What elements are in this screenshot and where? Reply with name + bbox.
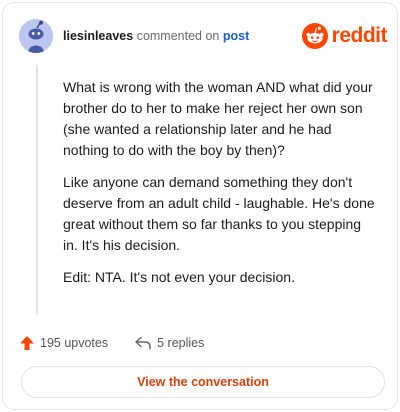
comment-paragraph: Like anyone can demand something they do… — [63, 174, 375, 253]
upvotes-label: 195 upvotes — [40, 336, 109, 350]
comment-header: liesinleaves commented on post reddit — [19, 19, 388, 53]
comment-card: liesinleaves commented on post reddit Wh… — [2, 2, 398, 410]
comment-paragraph: What is wrong with the woman AND what di… — [63, 79, 373, 158]
reddit-logo-icon — [301, 23, 328, 49]
upvotes-stat[interactable]: 195 upvotes — [19, 335, 108, 351]
action-text: commented on — [136, 29, 220, 43]
avatar[interactable] — [19, 19, 53, 53]
username-link[interactable]: liesinleaves — [63, 29, 133, 43]
brand-name: reddit — [331, 24, 388, 47]
reddit-brand[interactable]: reddit — [301, 23, 388, 49]
replies-label: 5 replies — [157, 336, 205, 350]
reply-arrow-icon — [135, 336, 151, 350]
avatar-snoo-icon — [19, 19, 53, 53]
comment-body: What is wrong with the woman AND what di… — [63, 77, 379, 299]
thread-line — [36, 65, 38, 315]
replies-stat[interactable]: 5 replies — [134, 336, 204, 350]
view-conversation-button[interactable]: View the conversation — [21, 366, 385, 398]
post-link[interactable]: post — [223, 29, 249, 43]
comment-meta: liesinleaves commented on post — [63, 29, 249, 43]
comment-footer: 195 upvotes 5 replies — [19, 333, 204, 353]
upvote-arrow-icon — [20, 336, 34, 350]
comment-paragraph: Edit: NTA. It's not even your decision. — [63, 269, 295, 285]
